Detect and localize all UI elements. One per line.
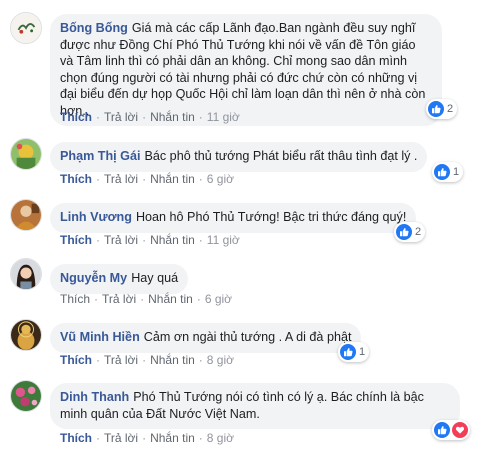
- comment-actions: Thích · Trả lời · Nhắn tin · 8 giờ: [60, 431, 235, 445]
- reaction-count[interactable]: [432, 420, 470, 440]
- reply-button[interactable]: Trả lời: [104, 110, 138, 124]
- avatar[interactable]: [10, 258, 42, 290]
- reply-button[interactable]: Trả lời: [102, 292, 136, 306]
- reply-button[interactable]: Trả lời: [104, 353, 138, 367]
- message-button[interactable]: Nhắn tin: [148, 292, 193, 306]
- comment-bubble: Phạm Thị Gái Bác phô thủ tướng Phát biểu …: [50, 142, 428, 172]
- comment-text: Hay quá: [131, 271, 179, 285]
- message-button[interactable]: Nhắn tin: [150, 233, 195, 247]
- comment-text: Cảm ơn ngài thủ tướng . A di đà phật: [143, 330, 352, 344]
- comment-bubble: Nguyễn My Hay quá: [50, 264, 189, 294]
- reaction-count-text: 2: [415, 226, 422, 238]
- like-button[interactable]: Thích: [60, 233, 92, 247]
- like-button[interactable]: Thích: [60, 431, 92, 445]
- reaction-count-text: 1: [453, 166, 460, 178]
- comment-timestamp[interactable]: 8 giờ: [207, 353, 234, 367]
- comment-bubble: Linh Vương Hoan hô Phó Thủ Tướng! Bậc tri…: [50, 203, 417, 233]
- reaction-count[interactable]: 1: [432, 162, 464, 182]
- comment-timestamp[interactable]: 8 giờ: [207, 431, 234, 445]
- comment-timestamp[interactable]: 11 giờ: [207, 110, 240, 124]
- avatar[interactable]: [10, 319, 42, 351]
- like-reaction-icon: [396, 224, 412, 240]
- message-button[interactable]: Nhắn tin: [150, 172, 195, 186]
- comment-actions: Thích · Trả lời · Nhắn tin · 6 giờ: [60, 292, 233, 306]
- reply-button[interactable]: Trả lời: [104, 233, 138, 247]
- avatar-image: [11, 381, 41, 411]
- avatar[interactable]: [10, 12, 42, 44]
- comment-bubble: Vũ Minh Hiền Cảm ơn ngài thủ tướng . A di…: [50, 323, 362, 353]
- comment-author[interactable]: Bống Bống: [60, 21, 128, 35]
- reaction-count[interactable]: 1: [338, 342, 370, 362]
- comment-author[interactable]: Linh Vương: [60, 210, 132, 224]
- comment-timestamp[interactable]: 6 giờ: [207, 172, 234, 186]
- comment-author[interactable]: Phạm Thị Gái: [60, 149, 140, 163]
- comment-timestamp[interactable]: 6 giờ: [205, 292, 232, 306]
- comment-actions: Thích · Trả lời · Nhắn tin · 6 giờ: [60, 172, 235, 186]
- message-button[interactable]: Nhắn tin: [150, 353, 195, 367]
- reaction-count[interactable]: 2: [394, 222, 426, 242]
- avatar-image: [11, 200, 41, 230]
- avatar-image: [11, 139, 41, 169]
- like-button[interactable]: Thích: [60, 172, 92, 186]
- comment-text: Bác phô thủ tướng Phát biểu rất thâu tìn…: [144, 149, 418, 163]
- message-button[interactable]: Nhắn tin: [150, 431, 195, 445]
- comment-bubble: Dinh Thanh Phó Thủ Tướng nói có tình có l…: [50, 383, 460, 429]
- like-button[interactable]: Thích: [60, 353, 92, 367]
- avatar[interactable]: [10, 380, 42, 412]
- reaction-count[interactable]: 2: [426, 99, 458, 119]
- comment-text: Hoan hô Phó Thủ Tướng! Bậc tri thức đáng…: [135, 210, 407, 224]
- like-button[interactable]: Thích: [60, 110, 92, 124]
- like-reaction-icon: [428, 101, 444, 117]
- comment-author[interactable]: Dinh Thanh: [60, 390, 129, 404]
- avatar-image: [11, 320, 41, 350]
- comment-actions: Thích · Trả lời · Nhắn tin · 11 giờ: [60, 233, 240, 247]
- avatar[interactable]: [10, 199, 42, 231]
- like-reaction-icon: [434, 164, 450, 180]
- avatar-image: [11, 13, 41, 43]
- comment-timestamp[interactable]: 11 giờ: [207, 233, 240, 247]
- like-reaction-icon: [434, 422, 450, 438]
- avatar-image: [11, 259, 41, 289]
- reply-button[interactable]: Trả lời: [104, 431, 138, 445]
- like-reaction-icon: [340, 344, 356, 360]
- reaction-count-text: 1: [359, 346, 366, 358]
- comment-actions: Thích · Trả lời · Nhắn tin · 11 giờ: [60, 110, 240, 124]
- reply-button[interactable]: Trả lời: [104, 172, 138, 186]
- like-button[interactable]: Thích: [60, 292, 90, 306]
- comment-author[interactable]: Nguyễn My: [60, 271, 127, 285]
- comment-text: Giá mà các cấp Lãnh đạo.Ban ngành đều su…: [60, 21, 426, 118]
- reaction-count-text: 2: [447, 103, 454, 115]
- avatar[interactable]: [10, 138, 42, 170]
- love-reaction-icon: [452, 422, 468, 438]
- comment-author[interactable]: Vũ Minh Hiền: [60, 330, 140, 344]
- comment-actions: Thích · Trả lời · Nhắn tin · 8 giờ: [60, 353, 235, 367]
- message-button[interactable]: Nhắn tin: [150, 110, 195, 124]
